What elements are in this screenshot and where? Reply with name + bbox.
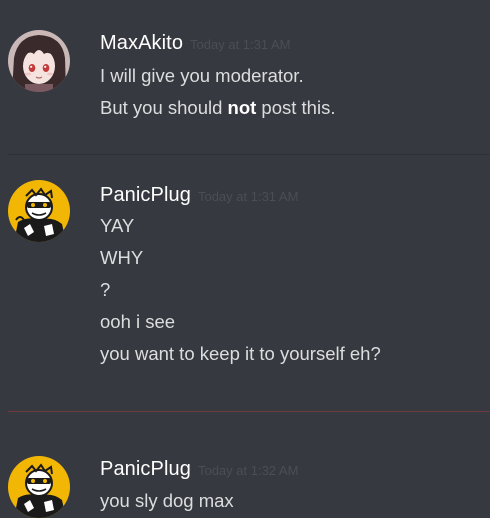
message-header: MaxAkito Today at 1:31 AM [100,32,291,55]
username[interactable]: PanicPlug [100,184,191,207]
anime-girl-avatar-icon [8,30,70,92]
timestamp: Today at 1:31 AM [197,189,299,204]
avatar[interactable] [8,180,70,242]
avatar[interactable] [8,456,70,518]
avatar[interactable] [8,30,70,92]
message-line: WHY [100,247,144,268]
message-line: I will give you moderator. [100,65,304,86]
message-divider [8,154,490,155]
message-line: ? [100,279,111,300]
message-line: you sly dog max [100,490,234,511]
yellow-masked-avatar-icon [8,456,70,518]
username[interactable]: PanicPlug [100,458,191,481]
new-messages-divider [8,411,490,412]
message-line: YAY [100,215,135,236]
message-header: PanicPlug Today at 1:31 AM [100,184,298,207]
bold-text: not [227,97,257,118]
message-text: post this. [256,97,336,118]
message-text: But you should [100,97,228,118]
timestamp: Today at 1:31 AM [190,37,291,52]
yellow-masked-avatar-icon [8,180,70,242]
message-line: But you should not post this. [100,96,335,120]
message-header: PanicPlug Today at 1:32 AM [100,458,298,481]
message-line: ooh i see [100,311,176,332]
username[interactable]: MaxAkito [100,32,183,55]
timestamp: Today at 1:32 AM [197,463,299,478]
message-line: you want to keep it to yourself eh? [100,343,381,364]
